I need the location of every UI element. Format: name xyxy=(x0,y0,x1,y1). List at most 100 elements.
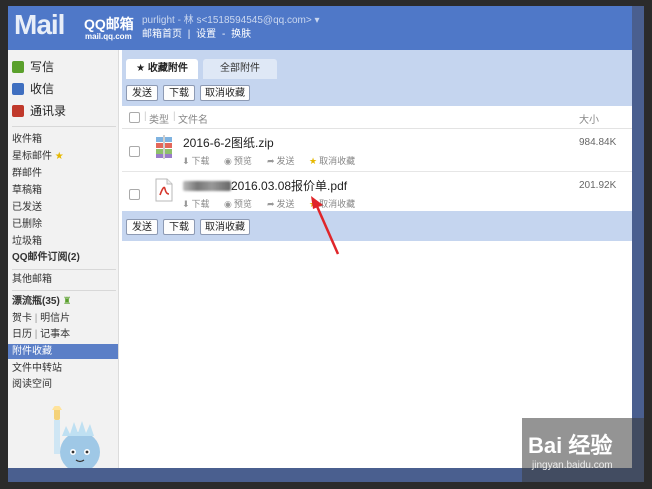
download-action-label: 下载 xyxy=(191,156,210,166)
download-button[interactable]: 下载 xyxy=(163,85,195,101)
unfavorite-button[interactable]: 取消收藏 xyxy=(200,219,250,235)
logo-domain-text: mail.qq.com xyxy=(85,32,132,41)
folder-sent[interactable]: 已发送 xyxy=(12,200,116,215)
file-name[interactable]: 2016-6-2图纸.zip xyxy=(183,134,274,151)
download-icon: ⬇ xyxy=(182,156,190,166)
baidu-watermark: Bai 经验 jingyan.baidu.com xyxy=(522,418,644,482)
watermark-logo-text: Bai 经验 xyxy=(528,433,613,458)
card-row: 贺卡 | 明信片 xyxy=(12,311,116,326)
file-row[interactable]: 2016.03.08报价单.pdf 201.92K ⬇下载 ◉预览 ➦发送 ★取… xyxy=(122,172,632,215)
change-skin-link[interactable]: 换肤 xyxy=(231,29,251,40)
sidebar-separator: | xyxy=(34,313,38,324)
download-action-label: 下载 xyxy=(191,199,210,209)
row-checkbox[interactable] xyxy=(129,146,140,157)
folder-starred[interactable]: 星标邮件 ★ xyxy=(12,149,116,164)
header-bar: Mail QQ邮箱 mail.qq.com purlight - 林 s<151… xyxy=(8,6,632,50)
contacts-icon xyxy=(12,105,24,117)
other-mailbox[interactable]: 其他邮箱 xyxy=(12,272,116,287)
compose-button[interactable]: 写信 xyxy=(12,58,54,76)
unfavorite-action[interactable]: ★取消收藏 xyxy=(309,154,355,167)
attachment-favorites[interactable]: 附件收藏 xyxy=(8,344,118,359)
file-name[interactable]: 2016.03.08报价单.pdf xyxy=(183,177,347,194)
toolbar-top: 发送 下载 取消收藏 xyxy=(122,80,632,106)
inbox-icon xyxy=(12,83,24,95)
inbox-button[interactable]: 收信 xyxy=(12,80,54,98)
send-button[interactable]: 发送 xyxy=(126,219,158,235)
sidebar-divider xyxy=(12,269,116,270)
preview-action[interactable]: ◉ 预览 xyxy=(224,197,252,210)
download-action[interactable]: ⬇ 下载 xyxy=(182,154,210,167)
greeting-card-link[interactable]: 贺卡 xyxy=(12,313,32,324)
compose-icon xyxy=(12,61,24,73)
send-action-label: 发送 xyxy=(276,199,295,209)
settings-link[interactable]: 设置 xyxy=(196,29,216,40)
compose-label: 写信 xyxy=(30,60,55,74)
folder-subscriptions[interactable]: QQ邮件订阅(2) xyxy=(12,250,116,265)
redacted-text xyxy=(183,181,231,191)
pdf-file-icon xyxy=(155,178,173,202)
send-action[interactable]: ➦ 发送 xyxy=(267,154,295,167)
unfavorite-button[interactable]: 取消收藏 xyxy=(200,85,250,101)
file-size: 984.84K xyxy=(579,137,617,148)
main-panel: ★ 收藏附件 全部附件 发送 下载 取消收藏 | 类型 | 文件名 大小 201… xyxy=(122,50,632,468)
column-size[interactable]: 大小 xyxy=(579,111,599,126)
download-button[interactable]: 下载 xyxy=(163,219,195,235)
file-name-text: 2016.03.08报价单.pdf xyxy=(231,179,348,193)
zip-file-icon xyxy=(156,135,172,159)
folder-group-mail[interactable]: 群邮件 xyxy=(12,166,116,181)
folder-deleted[interactable]: 已删除 xyxy=(12,217,116,232)
row-checkbox[interactable] xyxy=(129,189,140,200)
eye-icon: ◉ xyxy=(224,156,232,166)
watermark-url: jingyan.baidu.com xyxy=(532,460,613,471)
download-icon: ⬇ xyxy=(182,199,190,209)
folder-inbox[interactable]: 收件箱 xyxy=(12,132,116,147)
select-all-checkbox[interactable] xyxy=(129,112,140,123)
postcard-link[interactable]: 明信片 xyxy=(40,313,70,324)
column-type[interactable]: 类型 xyxy=(149,111,169,126)
qq-mail-logo[interactable]: Mail QQ邮箱 mail.qq.com xyxy=(14,9,134,42)
star-icon: ★ xyxy=(309,156,318,166)
file-transfer-station[interactable]: 文件中转站 xyxy=(12,361,116,376)
column-divider: | xyxy=(173,111,176,122)
send-action[interactable]: ➦ 发送 xyxy=(267,197,295,210)
download-action[interactable]: ⬇ 下载 xyxy=(182,197,210,210)
file-row[interactable]: 2016-6-2图纸.zip 984.84K ⬇ 下载 ◉ 预览 ➦ 发送 ★ 取消收藏 xyxy=(122,129,632,172)
preview-action-label: 预览 xyxy=(233,199,252,209)
forward-icon: ➦ xyxy=(267,156,275,166)
tab-all-attachments[interactable]: 全部附件 xyxy=(203,59,277,79)
toolbar-bottom: 发送 下载 取消收藏 xyxy=(122,211,632,241)
mailbox-home-link[interactable]: 邮箱首页 xyxy=(142,29,182,40)
logo-qq-text: QQ邮箱 xyxy=(84,16,134,32)
forward-icon: ➦ xyxy=(267,199,275,209)
calendar-row: 日历 | 记事本 xyxy=(12,327,116,342)
file-size: 201.92K xyxy=(579,180,617,191)
unfavorite-action-label: 取消收藏 xyxy=(319,156,356,166)
folder-drafts[interactable]: 草稿箱 xyxy=(12,183,116,198)
column-divider: | xyxy=(144,111,147,122)
sidebar-divider xyxy=(12,290,116,291)
annotation-arrow xyxy=(311,196,340,255)
sidebar-separator: | xyxy=(34,329,38,340)
logo-mail-text: Mail xyxy=(14,9,65,40)
drift-bottle[interactable]: 漂流瓶(35) ♜ xyxy=(12,294,116,309)
folder-starred-label: 星标邮件 xyxy=(12,151,52,162)
mail-window: Mail QQ邮箱 mail.qq.com purlight - 林 s<151… xyxy=(8,6,632,468)
header-nav: 邮箱首页 | 设置 - 换肤 xyxy=(142,25,251,40)
tab-favorite-attachments[interactable]: ★ 收藏附件 xyxy=(126,59,198,79)
folder-spam[interactable]: 垃圾箱 xyxy=(12,234,116,249)
calendar-link[interactable]: 日历 xyxy=(12,329,32,340)
list-header: | 类型 | 文件名 大小 xyxy=(122,106,632,129)
nav-dash: - xyxy=(221,29,226,40)
preview-action[interactable]: ◉ 预览 xyxy=(224,154,252,167)
reading-space[interactable]: 阅读空间 xyxy=(12,377,116,392)
sidebar-divider xyxy=(12,126,116,127)
contacts-label: 通讯录 xyxy=(30,104,67,118)
preview-action-label: 预览 xyxy=(233,156,252,166)
send-button[interactable]: 发送 xyxy=(126,85,158,101)
column-filename[interactable]: 文件名 xyxy=(178,111,208,126)
inbox-label: 收信 xyxy=(30,82,55,96)
nav-separator: | xyxy=(187,29,191,40)
contacts-button[interactable]: 通讯录 xyxy=(12,102,66,120)
notes-link[interactable]: 记事本 xyxy=(40,329,70,340)
user-account-line[interactable]: purlight - 林 s<1518594545@qq.com> ▾ xyxy=(142,11,320,26)
